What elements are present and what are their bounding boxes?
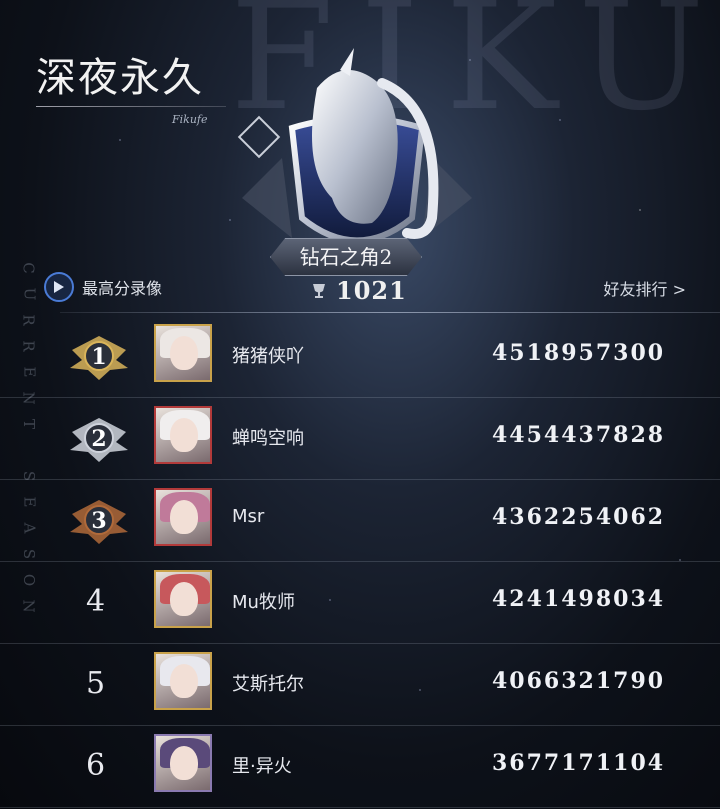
- player-name: 里·异火: [232, 756, 292, 777]
- player-avatar[interactable]: [154, 406, 212, 464]
- friends-ranking-link[interactable]: 好友排行 >: [604, 276, 687, 300]
- rank-number: 3: [91, 508, 107, 534]
- season-letter: U: [20, 287, 38, 301]
- player-name: 猪猪侠吖: [232, 346, 304, 367]
- leaderboard-row[interactable]: 4 Mu牧师 4241498034: [0, 562, 720, 644]
- player-score: 4362254062: [492, 504, 666, 530]
- rank-score-line: 1021: [310, 276, 407, 305]
- player-avatar[interactable]: [154, 734, 212, 792]
- leaderboard-list: 1 猪猪侠吖 4518957300 2 蝉鸣空响 4454437828 3 Msr 436225…: [0, 316, 720, 808]
- trophy-icon: [313, 283, 325, 298]
- rank-number: 5: [86, 666, 106, 701]
- page-subtitle: Fikufe: [172, 113, 208, 126]
- player-score: 4454437828: [492, 422, 666, 448]
- bronze-medal-icon: 3: [66, 494, 132, 548]
- rank-number: 4: [86, 584, 106, 619]
- player-name: 蝉鸣空响: [232, 428, 304, 449]
- replay-label: 最高分录像: [82, 279, 163, 298]
- player-score: 4066321790: [492, 668, 666, 694]
- silver-medal-icon: 2: [66, 412, 132, 466]
- best-score-replay-button[interactable]: 最高分录像: [44, 272, 162, 302]
- header-divider: [60, 312, 720, 313]
- title-block: 深夜永久 Fikufe: [36, 52, 281, 159]
- player-score: 4518957300: [492, 340, 666, 366]
- leaderboard-row[interactable]: 3 Msr 4362254062: [0, 480, 720, 562]
- leaderboard-row[interactable]: 2 蝉鸣空响 4454437828: [0, 398, 720, 480]
- title-underline: [36, 106, 226, 107]
- leaderboard-row[interactable]: 1 猪猪侠吖 4518957300: [0, 316, 720, 398]
- player-avatar[interactable]: [154, 652, 212, 710]
- player-avatar[interactable]: [154, 324, 212, 382]
- rank-tier-plate: 钻石之角2: [270, 238, 422, 276]
- player-score: 4241498034: [492, 586, 666, 612]
- play-icon: [44, 272, 74, 302]
- rank-number: 6: [86, 748, 106, 783]
- gold-medal-icon: 1: [66, 330, 132, 384]
- leaderboard-row[interactable]: 6 里·异火 3677171104: [0, 726, 720, 808]
- player-avatar[interactable]: [154, 570, 212, 628]
- season-letter: C: [19, 262, 38, 274]
- page-title: 深夜永久: [36, 55, 204, 101]
- leaderboard-row[interactable]: 5 艾斯托尔 4066321790: [0, 644, 720, 726]
- player-avatar[interactable]: [154, 488, 212, 546]
- player-name: 艾斯托尔: [232, 674, 304, 695]
- player-name: Mu牧师: [232, 592, 295, 613]
- rank-number: 1: [91, 344, 107, 370]
- player-score: 3677171104: [492, 750, 666, 776]
- rank-number: 2: [91, 426, 107, 452]
- player-name: Msr: [232, 506, 265, 527]
- rank-score: 1021: [336, 276, 407, 305]
